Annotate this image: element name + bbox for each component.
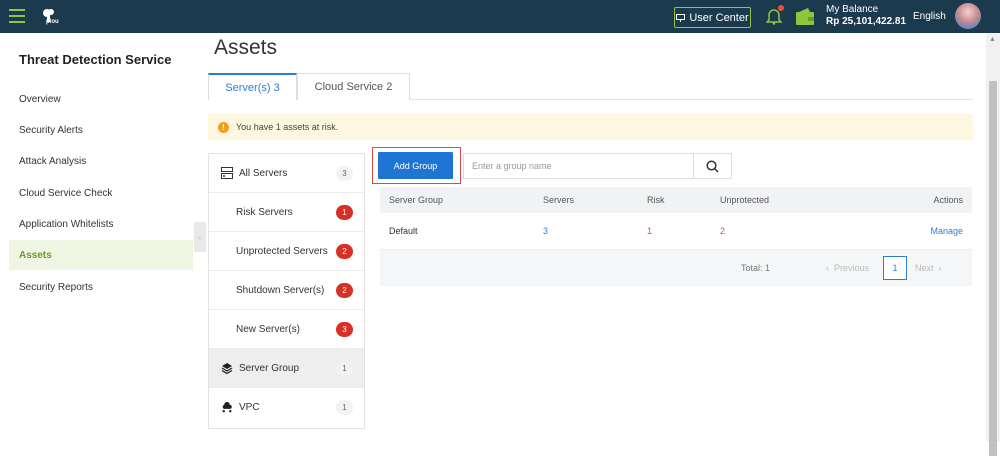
- logo-text: plou: [46, 19, 59, 25]
- pagination-bar: Total: 1 ‹ Previous 1 Next ›: [380, 250, 972, 286]
- previous-page-button[interactable]: ‹ Previous: [826, 263, 869, 273]
- top-bar: plou User Center My Balance Rp 25,101,42…: [0, 0, 1000, 33]
- category-label: New Server(s): [236, 323, 300, 335]
- count-badge: 2: [336, 283, 353, 298]
- header-actions: Actions: [933, 195, 963, 205]
- sidebar-item-overview[interactable]: Overview: [9, 84, 193, 114]
- risk-alert-banner: ! You have 1 assets at risk.: [208, 114, 973, 140]
- category-label: Risk Servers: [236, 206, 293, 218]
- notification-dot: [778, 5, 784, 11]
- cell-group: Default: [389, 226, 418, 236]
- scroll-up-arrow-icon[interactable]: ▲: [989, 36, 996, 43]
- cell-risk-link[interactable]: 1: [647, 226, 652, 236]
- sidebar-item-application-whitelists[interactable]: Application Whitelists: [9, 209, 193, 239]
- count-badge: 2: [336, 244, 353, 259]
- monitor-icon: [676, 13, 686, 22]
- count-badge: 1: [336, 205, 353, 220]
- category-label: VPC: [239, 402, 260, 413]
- manage-link[interactable]: Manage: [930, 226, 963, 236]
- header-servers: Servers: [543, 195, 575, 205]
- category-all-servers[interactable]: All Servers 3: [209, 154, 364, 193]
- balance-value: Rp 25,101,422.81: [826, 16, 907, 27]
- sidebar-title: Threat Detection Service: [19, 52, 172, 67]
- balance-label: My Balance: [826, 4, 879, 15]
- user-center-label: User Center: [689, 11, 749, 24]
- category-new-servers[interactable]: New Server(s) 3: [209, 310, 364, 349]
- add-group-button[interactable]: Add Group: [378, 152, 453, 179]
- previous-label: Previous: [834, 263, 870, 273]
- count-badge: 1: [336, 400, 353, 415]
- total-count: Total: 1: [741, 263, 771, 273]
- sidebar-item-assets[interactable]: Assets: [9, 240, 193, 270]
- search-icon[interactable]: [693, 153, 732, 179]
- table-row: Default 3 1 2 Manage: [380, 213, 972, 250]
- next-label: Next: [915, 263, 934, 273]
- category-label: Shutdown Server(s): [236, 284, 325, 296]
- server-group-table: Server Group Servers Risk Unprotected Ac…: [380, 187, 972, 286]
- header-risk: Risk: [647, 195, 665, 205]
- sidebar-collapse-handle[interactable]: ‹: [194, 222, 206, 252]
- next-page-button[interactable]: Next ›: [915, 263, 942, 273]
- tab-servers[interactable]: Server(s) 3: [208, 73, 297, 100]
- table-header: Server Group Servers Risk Unprotected Ac…: [380, 187, 972, 213]
- tab-divider: [409, 99, 973, 100]
- page-title: Assets: [214, 36, 278, 59]
- scrollbar-thumb[interactable]: [989, 81, 997, 456]
- server-category-panel: All Servers 3 Risk Servers 1 Unprotected…: [208, 153, 365, 429]
- header-unprotected: Unprotected: [720, 195, 770, 205]
- page-number-button[interactable]: 1: [883, 256, 907, 280]
- count-badge: 1: [336, 361, 353, 376]
- user-center-button[interactable]: User Center: [674, 7, 751, 28]
- sidebar-item-security-reports[interactable]: Security Reports: [9, 272, 193, 302]
- category-shutdown-servers[interactable]: Shutdown Server(s) 2: [209, 271, 364, 310]
- category-unprotected-servers[interactable]: Unprotected Servers 2: [209, 232, 364, 271]
- sidebar-item-security-alerts[interactable]: Security Alerts: [9, 115, 193, 145]
- server-list-icon: [221, 167, 233, 179]
- cloud-network-icon: [221, 402, 233, 414]
- tab-bar: Server(s) 3 Cloud Service 2: [208, 73, 410, 100]
- group-name-search-input[interactable]: Enter a group name: [463, 153, 694, 179]
- avatar[interactable]: [955, 3, 981, 29]
- count-badge: 3: [336, 166, 353, 181]
- language-selector[interactable]: English: [913, 11, 946, 22]
- category-label: All Servers: [239, 167, 288, 179]
- sidebar-item-cloud-service-check[interactable]: Cloud Service Check: [9, 178, 193, 208]
- menu-icon[interactable]: [9, 9, 25, 23]
- tab-cloud-service[interactable]: Cloud Service 2: [297, 73, 410, 100]
- page-scrollbar[interactable]: ▲: [986, 33, 1000, 456]
- sidebar-item-attack-analysis[interactable]: Attack Analysis: [9, 146, 193, 176]
- layers-icon: [221, 362, 233, 374]
- category-vpc[interactable]: VPC 1: [209, 388, 364, 427]
- category-server-group[interactable]: Server Group 1: [209, 349, 364, 388]
- category-label: Unprotected Servers: [236, 245, 328, 257]
- count-badge: 3: [336, 322, 353, 337]
- category-risk-servers[interactable]: Risk Servers 1: [209, 193, 364, 232]
- alert-text: You have 1 assets at risk.: [236, 122, 339, 132]
- cell-unprotected-link[interactable]: 2: [720, 226, 725, 236]
- category-label: Server Group: [239, 362, 300, 374]
- cell-servers-link[interactable]: 3: [543, 226, 548, 236]
- wallet-icon[interactable]: [796, 8, 814, 25]
- warning-icon: !: [218, 121, 229, 133]
- header-server-group: Server Group: [389, 195, 444, 205]
